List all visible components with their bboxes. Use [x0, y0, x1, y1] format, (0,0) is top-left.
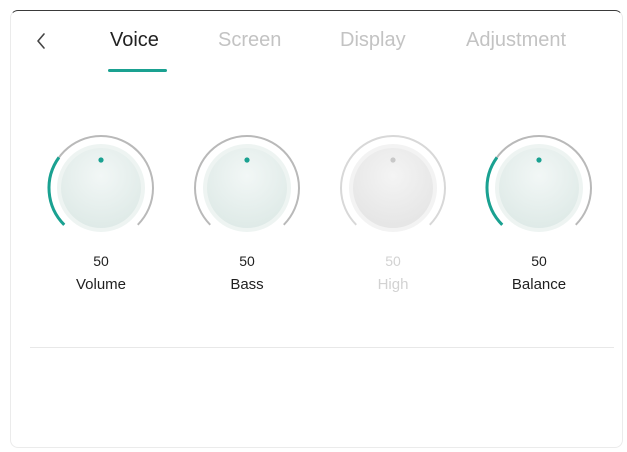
active-tab-indicator	[108, 69, 167, 72]
knob-indicator-dot	[390, 157, 396, 163]
volume-label: Volume	[75, 276, 127, 293]
volume-knob[interactable]: 50 Volume	[44, 133, 158, 293]
balance-dial	[485, 135, 592, 232]
tab-display[interactable]: Display	[340, 29, 406, 52]
high-dial	[340, 135, 446, 232]
volume-value: 50	[93, 253, 109, 269]
section-divider	[30, 347, 614, 348]
balance-label: Balance	[511, 276, 567, 293]
bass-dial	[194, 135, 300, 232]
tab-adjustment[interactable]: Adjustment	[466, 29, 566, 52]
high-knob: 50 High	[336, 133, 450, 293]
bass-value: 50	[239, 253, 255, 269]
chevron-left-icon	[37, 33, 45, 49]
back-button[interactable]	[29, 29, 53, 53]
balance-value: 50	[531, 253, 547, 269]
high-value: 50	[385, 253, 401, 269]
high-label: High	[377, 276, 409, 293]
knob-indicator-dot	[536, 157, 542, 163]
knob-indicator-dot	[98, 157, 104, 163]
bass-label: Bass	[230, 276, 264, 293]
volume-dial	[47, 135, 154, 232]
bass-knob[interactable]: 50 Bass	[190, 133, 304, 293]
tab-screen[interactable]: Screen	[218, 29, 281, 52]
tab-voice[interactable]: Voice	[110, 29, 159, 52]
knob-indicator-dot	[244, 157, 250, 163]
sound-settings-panel: Voice Screen Display Adjustment 50 Volum…	[10, 10, 623, 448]
balance-knob[interactable]: 50 Balance	[482, 133, 596, 293]
